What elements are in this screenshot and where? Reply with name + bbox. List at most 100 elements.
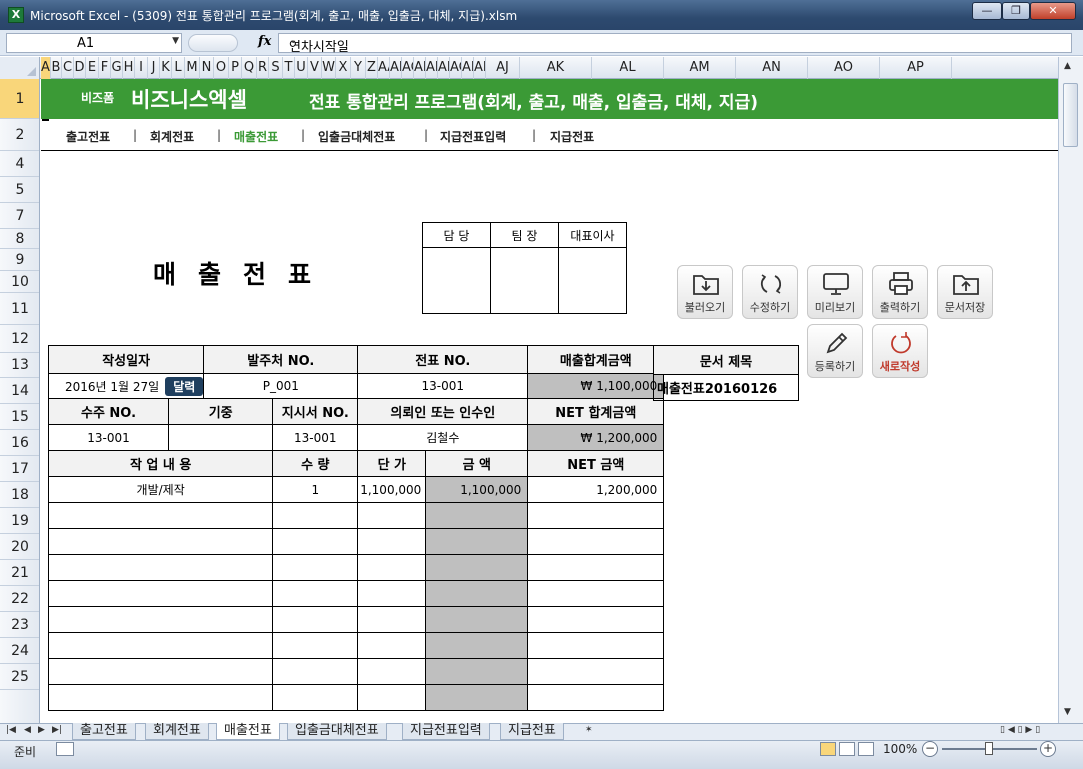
print-button[interactable]: 출력하기: [872, 265, 928, 319]
first-sheet-icon[interactable]: |◀: [6, 725, 16, 735]
column-header-c[interactable]: C: [62, 57, 74, 79]
doc-title-cell[interactable]: 매출전표20160126: [653, 374, 799, 401]
row-header-1[interactable]: 1: [0, 79, 39, 119]
sheet-tab-1[interactable]: 출고전표: [72, 723, 136, 740]
line-qty-cell[interactable]: [272, 658, 359, 685]
line-net-cell[interactable]: [527, 580, 665, 607]
column-header-ab[interactable]: AB: [390, 57, 402, 79]
nav-item-accounting-slip[interactable]: 회계전표: [150, 128, 194, 145]
row-header-19[interactable]: 19: [0, 508, 39, 534]
column-header-ak[interactable]: AK: [520, 57, 592, 79]
load-button[interactable]: 불러오기: [677, 265, 733, 319]
next-sheet-icon[interactable]: ▶: [38, 725, 45, 735]
row-header-12[interactable]: 12: [0, 325, 39, 353]
column-header-r[interactable]: R: [257, 57, 269, 79]
register-button[interactable]: 등록하기: [807, 324, 863, 378]
calendar-button[interactable]: 달력: [165, 376, 203, 396]
scroll-down-icon[interactable]: ▼: [1064, 707, 1071, 717]
last-sheet-icon[interactable]: ▶|: [52, 725, 62, 735]
line-work-cell[interactable]: [47, 502, 274, 529]
column-header-z[interactable]: Z: [366, 57, 378, 79]
line-qty-cell[interactable]: [272, 606, 359, 633]
line-work-cell[interactable]: [47, 528, 274, 555]
zoom-out-icon[interactable]: −: [922, 741, 938, 757]
line-price-cell[interactable]: 1,100,000: [357, 476, 427, 503]
close-button[interactable]: ✕: [1030, 2, 1076, 20]
line-price-cell[interactable]: [357, 528, 427, 555]
line-work-cell[interactable]: [47, 684, 274, 711]
column-header-x[interactable]: X: [336, 57, 351, 79]
column-header-ae[interactable]: AE: [426, 57, 438, 79]
column-header-g[interactable]: G: [111, 57, 123, 79]
column-header-i[interactable]: I: [135, 57, 148, 79]
row-header-8[interactable]: 8: [0, 229, 39, 249]
nav-item-sales-slip[interactable]: 매출전표: [234, 128, 278, 145]
line-net-cell[interactable]: [527, 658, 665, 685]
row-header-15[interactable]: 15: [0, 404, 39, 430]
row-header-2[interactable]: 2: [0, 119, 39, 151]
line-qty-cell[interactable]: [272, 502, 359, 529]
insert-function-icon[interactable]: fx: [258, 34, 271, 49]
column-header-y[interactable]: Y: [351, 57, 366, 79]
line-price-cell[interactable]: [357, 502, 427, 529]
standard-cell[interactable]: [167, 424, 274, 451]
row-header-17[interactable]: 17: [0, 456, 39, 482]
column-header-p[interactable]: P: [229, 57, 242, 79]
approval-sign-team-lead[interactable]: [490, 247, 559, 314]
line-qty-cell[interactable]: [272, 632, 359, 659]
normal-view-icon[interactable]: [820, 742, 836, 756]
sheet-tab-6[interactable]: 지급전표: [500, 723, 564, 740]
column-header-m[interactable]: M: [185, 57, 200, 79]
column-header-b[interactable]: B: [51, 57, 62, 79]
line-qty-cell[interactable]: 1: [272, 476, 359, 503]
save-document-button[interactable]: 문서저장: [937, 265, 993, 319]
row-header-9[interactable]: 9: [0, 249, 39, 271]
page-break-view-icon[interactable]: [858, 742, 874, 756]
page-layout-view-icon[interactable]: [839, 742, 855, 756]
line-net-cell[interactable]: [527, 632, 665, 659]
column-header-t[interactable]: T: [283, 57, 295, 79]
line-work-cell[interactable]: [47, 632, 274, 659]
column-header-af[interactable]: AF: [438, 57, 450, 79]
order-no-cell[interactable]: P_001: [203, 373, 359, 399]
column-header-aa[interactable]: AA: [378, 57, 390, 79]
column-header-w[interactable]: W: [322, 57, 336, 79]
receive-no-cell[interactable]: 13-001: [48, 424, 169, 451]
line-qty-cell[interactable]: [272, 684, 359, 711]
line-qty-cell[interactable]: [272, 580, 359, 607]
expand-formula-icon[interactable]: ⌄: [289, 35, 1068, 46]
sheet-tab-5[interactable]: 지급전표입력: [402, 723, 490, 740]
column-header-ap[interactable]: AP: [880, 57, 952, 79]
line-work-cell[interactable]: 개발/제작: [47, 476, 274, 503]
formula-input[interactable]: 연차시작일 ⌄: [278, 33, 1072, 55]
column-header-ao[interactable]: AO: [808, 57, 880, 79]
line-price-cell[interactable]: [357, 554, 427, 581]
row-header-11[interactable]: 11: [0, 293, 39, 325]
row-header-16[interactable]: 16: [0, 430, 39, 456]
zoom-slider-thumb[interactable]: [985, 742, 993, 755]
row-header-5[interactable]: 5: [0, 177, 39, 203]
insert-sheet-icon[interactable]: ✶: [585, 725, 593, 735]
edit-button[interactable]: 수정하기: [742, 265, 798, 319]
line-net-cell[interactable]: [527, 554, 665, 581]
column-header-u[interactable]: U: [295, 57, 308, 79]
column-header-aj[interactable]: AJ: [486, 57, 520, 79]
column-header-ai[interactable]: AI: [474, 57, 486, 79]
line-qty-cell[interactable]: [272, 554, 359, 581]
line-price-cell[interactable]: [357, 658, 427, 685]
nav-item-shipping-slip[interactable]: 출고전표: [66, 128, 110, 145]
row-header-4[interactable]: 4: [0, 151, 39, 177]
sheet-tab-2[interactable]: 회계전표: [145, 723, 209, 740]
column-header-ah[interactable]: AH: [462, 57, 474, 79]
row-header-7[interactable]: 7: [0, 203, 39, 229]
approval-sign-staff[interactable]: [422, 247, 491, 314]
sheet-tab-3[interactable]: 매출전표: [216, 723, 280, 740]
line-qty-cell[interactable]: [272, 528, 359, 555]
preview-button[interactable]: 미리보기: [807, 265, 863, 319]
line-work-cell[interactable]: [47, 606, 274, 633]
date-cell[interactable]: 2016년 1월 27일 달력: [47, 373, 205, 399]
line-work-cell[interactable]: [47, 658, 274, 685]
column-header-n[interactable]: N: [200, 57, 214, 79]
row-header-14[interactable]: 14: [0, 378, 39, 404]
column-header-ac[interactable]: AC: [402, 57, 414, 79]
